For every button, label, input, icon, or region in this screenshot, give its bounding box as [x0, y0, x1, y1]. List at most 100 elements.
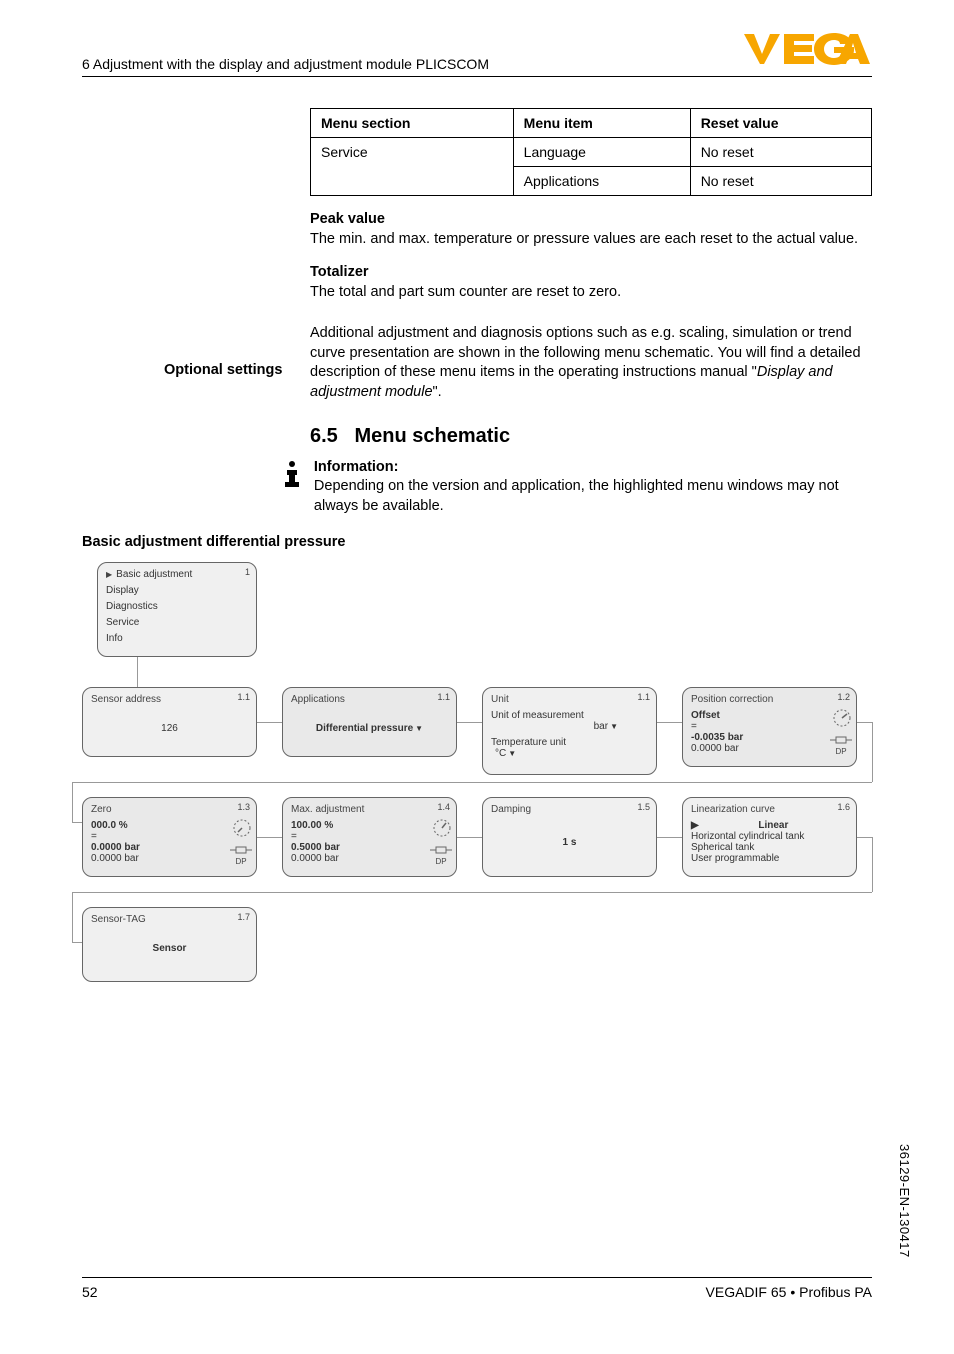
card-number: 1.1 [237, 692, 250, 702]
table-header: Reset value [690, 109, 871, 138]
card-value: User programmable [691, 853, 848, 864]
connector [72, 892, 872, 893]
table-cell: Language [513, 138, 690, 167]
card-number: 1.6 [837, 802, 850, 812]
brand-logo [742, 30, 872, 71]
dp-icon: DP [230, 845, 252, 866]
card-number: 1.4 [437, 802, 450, 812]
side-heading-optional: Optional settings [164, 362, 282, 378]
optional-text-post: ". [433, 384, 442, 400]
table-cell: Applications [513, 167, 690, 196]
connector [657, 722, 682, 723]
optional-settings-section: Additional adjustment and diagnosis opti… [310, 324, 872, 402]
card-value: 1 s [491, 837, 648, 848]
card-sensor-address: 1.1 Sensor address 126 [82, 687, 257, 757]
card-number: 1.3 [237, 802, 250, 812]
card-value: -0.0035 bar [691, 732, 848, 743]
table-header: Menu item [513, 109, 690, 138]
card-number: 1.7 [237, 912, 250, 922]
card-damping: 1.5 Damping 1 s [482, 797, 657, 877]
card-title: Zero [91, 804, 248, 815]
menu-item-diagnostics: Diagnostics [106, 601, 248, 612]
table-cell: Service [311, 138, 514, 196]
connector [72, 782, 872, 783]
connector [257, 722, 282, 723]
info-title: Information: [314, 458, 872, 478]
card-value: Spherical tank [691, 842, 848, 853]
information-icon [278, 460, 306, 517]
card-sensor-tag: 1.7 Sensor-TAG Sensor [82, 907, 257, 982]
menu-item-basic-adjustment: Basic adjustment [106, 569, 248, 580]
table-row: Service Language No reset [311, 138, 872, 167]
card-number: 1.2 [837, 692, 850, 702]
card-value: 0.0000 bar [691, 743, 848, 754]
card-title: Linearization curve [691, 804, 848, 815]
footer-doc-title: VEGADIF 65 • Profibus PA [706, 1284, 872, 1300]
card-zero: 1.3 Zero 000.0 % = 0.0000 bar 0.0000 bar… [82, 797, 257, 877]
menu-schematic: 1 Basic adjustment Display Diagnostics S… [82, 562, 872, 1042]
card-number: 1.1 [437, 692, 450, 702]
heading-title: Menu schematic [354, 425, 510, 447]
card-title: Sensor address [91, 694, 248, 705]
gauge-icon [832, 708, 852, 731]
heading-6-5: 6.5 Menu schematic [310, 425, 872, 448]
table-header: Menu section [311, 109, 514, 138]
card-position-correction: 1.2 Position correction Offset = -0.0035… [682, 687, 857, 767]
connector [72, 782, 73, 822]
table-cell: No reset [690, 167, 871, 196]
information-note: Information: Depending on the version an… [278, 458, 872, 517]
card-value: Differential pressure [291, 723, 448, 734]
connector [857, 722, 872, 723]
totalizer-section: Totalizer The total and part sum counter… [310, 263, 872, 302]
card-title: Sensor-TAG [91, 914, 248, 925]
card-label: Temperature unit [491, 737, 648, 748]
menu-item-info: Info [106, 633, 248, 644]
reset-table: Menu section Menu item Reset value Servi… [310, 108, 872, 196]
card-label: = [291, 831, 448, 842]
card-title: Damping [491, 804, 648, 815]
card-value: 126 [91, 723, 248, 734]
dp-icon: DP [830, 735, 852, 756]
card-value: 0.0000 bar [91, 853, 248, 864]
card-value: 0.0000 bar [291, 853, 448, 864]
card-value: ▶Linear [691, 820, 848, 831]
connector [457, 837, 482, 838]
card-value: 000.0 % [91, 820, 248, 831]
card-label: Unit of measurement [491, 710, 648, 721]
card-linearization: 1.6 Linearization curve ▶Linear Horizont… [682, 797, 857, 877]
section-title: Totalizer [310, 263, 872, 283]
peak-value-section: Peak value The min. and max. temperature… [310, 210, 872, 249]
card-label: = [691, 721, 848, 732]
card-value: 0.5000 bar [291, 842, 448, 853]
card-value: 100.00 % [291, 820, 448, 831]
page-footer: 52 VEGADIF 65 • Profibus PA [82, 1277, 872, 1300]
card-value: °C [491, 748, 648, 759]
card-title: Position correction [691, 694, 848, 705]
card-applications: 1.1 Applications Differential pressure [282, 687, 457, 757]
card-value: Sensor [91, 943, 248, 954]
card-value: 0.0000 bar [91, 842, 248, 853]
dp-icon: DP [430, 845, 452, 866]
card-title: Unit [491, 694, 648, 705]
card-title: Max. adjustment [291, 804, 448, 815]
connector [457, 722, 482, 723]
card-number: 1.1 [637, 692, 650, 702]
gauge-icon [432, 818, 452, 841]
card-label: Offset [691, 710, 848, 721]
connector [257, 837, 282, 838]
info-body: Depending on the version and application… [314, 477, 872, 516]
subheading-basic-adjustment: Basic adjustment differential pressure [82, 534, 872, 550]
card-number: 1.5 [637, 802, 650, 812]
connector [72, 942, 82, 943]
section-title: Peak value [310, 210, 872, 230]
breadcrumb: 6 Adjustment with the display and adjust… [82, 56, 489, 72]
connector [137, 657, 138, 687]
menu-item-service: Service [106, 617, 248, 628]
page-number: 52 [82, 1284, 98, 1300]
section-body: The total and part sum counter are reset… [310, 283, 872, 303]
card-number: 1 [245, 567, 250, 577]
card-value: Horizontal cylindrical tank [691, 831, 848, 842]
card-main-menu: 1 Basic adjustment Display Diagnostics S… [97, 562, 257, 657]
section-body: The min. and max. temperature or pressur… [310, 230, 872, 250]
table-cell: No reset [690, 138, 871, 167]
